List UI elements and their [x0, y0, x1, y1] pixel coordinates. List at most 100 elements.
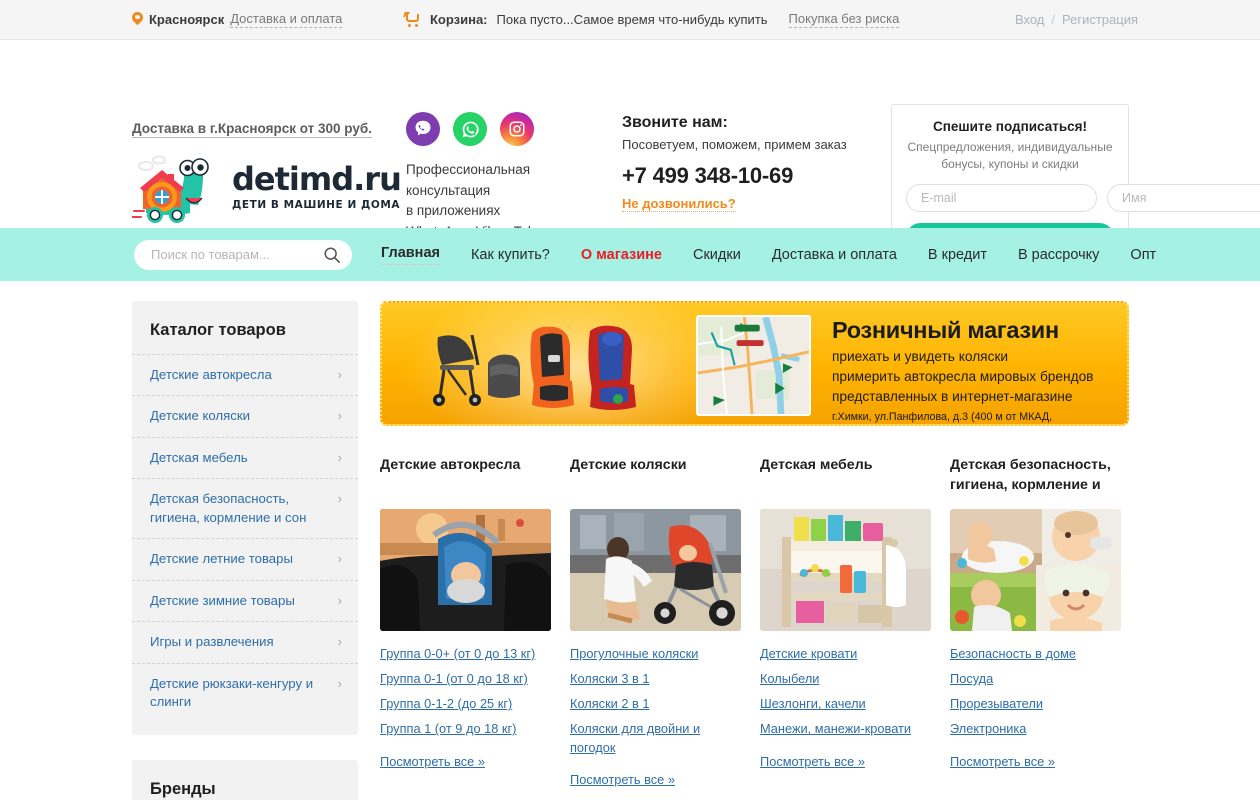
sublink[interactable]: Коляски 2 в 1 [570, 695, 742, 713]
catalog-panel: Каталог товаров Детские автокресла › Дет… [132, 301, 358, 735]
sidebar-item-label: Детская безопасность, гигиена, кормление… [150, 491, 307, 525]
delivery-payment-link[interactable]: Доставка и оплата [230, 11, 343, 29]
category-title[interactable]: Детские автокресла [380, 456, 552, 496]
sidebar-item-winter-goods[interactable]: Детские зимние товары › [132, 579, 358, 621]
category-column-furniture: Детская мебель Детские кровати Колыбели … [760, 456, 950, 789]
see-all-link[interactable]: Посмотреть все » [380, 754, 485, 769]
auth-separator: / [1051, 12, 1055, 27]
site-logo[interactable]: detimd.ru ДЕТИ В МАШИНЕ И ДОМА [132, 153, 402, 225]
catalog-title: Каталог товаров [150, 321, 286, 339]
banner-store-address: г.Химки, ул.Панфилова, д.3 (400 м от МКА… [832, 411, 1053, 424]
main-navigation-bar: Главная Как купить? О магазине Скидки До… [0, 228, 1260, 281]
category-title[interactable]: Детская мебель [760, 456, 932, 496]
sublink[interactable]: Шезлонги, качели [760, 695, 932, 713]
nav-item-about-store[interactable]: О магазине [581, 247, 662, 263]
delivery-price-note[interactable]: Доставка в г.Красноярск от 300 руб. [132, 121, 372, 138]
nav-item-discounts[interactable]: Скидки [693, 247, 741, 263]
instagram-icon[interactable] [500, 112, 534, 146]
risk-free-purchase-link[interactable]: Покупка без риска [788, 11, 900, 29]
category-column-safety-hygiene: Детская безопасность, гигиена, кормление… [950, 456, 1140, 789]
category-column-car-seats: Детские автокресла Группа 0-0+ (от 0 до … [380, 456, 570, 789]
site-header: Доставка в г.Красноярск от 300 руб. deti… [0, 40, 1260, 268]
chevron-right-icon: › [337, 367, 342, 382]
sublink[interactable]: Коляски 3 в 1 [570, 670, 742, 688]
nav-item-wholesale[interactable]: Опт [1130, 247, 1156, 263]
category-sublinks: Безопасность в доме Посуда Прорезыватели… [950, 645, 1122, 771]
sublink[interactable]: Прогулочные коляски [570, 645, 742, 663]
category-title[interactable]: Детские коляски [570, 456, 742, 496]
call-us-subtitle: Посоветуем, поможем, примем заказ [622, 137, 847, 152]
sublink[interactable]: Коляски для двойни и погодок [570, 720, 742, 756]
subscribe-heading: Спешите подписаться! [932, 119, 1088, 134]
search-box [134, 239, 352, 270]
banner-line-2: примерить автокресла мировых брендов [832, 369, 1094, 384]
login-link[interactable]: Вход [1015, 12, 1044, 27]
category-sublinks: Детские кровати Колыбели Шезлонги, качел… [760, 645, 932, 771]
logo-main-text: detimd.ru [232, 160, 402, 198]
sidebar-item-games[interactable]: Игры и развлечения › [132, 621, 358, 662]
logo-wordmark: detimd.ru ДЕТИ В МАШИНЕ И ДОМА [232, 160, 402, 211]
subscribe-panel: Спешите подписаться! Спецпредложения, ин… [891, 104, 1260, 253]
nav-item-home[interactable]: Главная [381, 245, 440, 265]
category-columns: Детские автокресла Группа 0-0+ (от 0 до … [380, 456, 1140, 789]
sublink[interactable]: Колыбели [760, 670, 932, 688]
chevron-right-icon: › [337, 491, 342, 507]
retail-store-banner[interactable]: Розничный магазин приехать и увидеть кол… [380, 301, 1129, 426]
sublink[interactable]: Прорезыватели [950, 695, 1122, 713]
sidebar-item-car-seats[interactable]: Детские автокресла › [132, 354, 358, 395]
banner-line-3: представленных в интернет-магазине [832, 389, 1073, 404]
nav-item-how-to-buy[interactable]: Как купить? [471, 247, 550, 263]
top-bar: Красноярск Доставка и оплата Корзина: По… [0, 0, 1260, 40]
nav-item-delivery-payment[interactable]: Доставка и оплата [772, 247, 897, 263]
sidebar-item-label: Детские автокресла [150, 367, 272, 382]
store-location-map-thumbnail [696, 315, 811, 416]
sublink[interactable]: Детские кровати [760, 645, 932, 663]
see-all-link[interactable]: Посмотреть все » [570, 772, 675, 787]
search-input[interactable] [134, 239, 352, 270]
register-link[interactable]: Регистрация [1062, 12, 1138, 27]
sidebar-item-carriers-slings[interactable]: Детские рюкзаки-кенгуру и слинги › [132, 662, 358, 723]
sidebar-item-label: Детская мебель [150, 449, 248, 465]
see-all-link[interactable]: Посмотреть все » [760, 754, 865, 769]
see-all-link[interactable]: Посмотреть все » [950, 754, 1055, 769]
city-name: Красноярск [149, 12, 225, 27]
sublink[interactable]: Электроника [950, 720, 1122, 738]
sublink[interactable]: Группа 0-1 (от 0 до 18 кг) [380, 670, 552, 688]
call-us-heading: Звоните нам: [622, 114, 728, 131]
sidebar-item-safety-hygiene[interactable]: Детская безопасность, гигиена, кормление… [132, 478, 358, 538]
sidebar: Каталог товаров Детские автокресла › Дет… [132, 301, 358, 800]
subscribe-name-input[interactable] [1107, 184, 1260, 213]
cart-summary[interactable]: Корзина: Пока пусто...Самое время что-ни… [403, 11, 900, 29]
sidebar-item-summer-goods[interactable]: Детские летние товары › [132, 538, 358, 579]
sidebar-item-furniture[interactable]: Детская мебель › [132, 436, 358, 478]
main-phone-number[interactable]: +7 499 348-10-69 [622, 163, 847, 189]
city-selector[interactable]: Красноярск Доставка и оплата [132, 11, 343, 29]
sublink[interactable]: Посуда [950, 670, 1122, 688]
snail-mascot-logo-icon [132, 155, 209, 223]
category-image-furniture[interactable] [760, 509, 931, 631]
sublink[interactable]: Группа 1 (от 9 до 18 кг) [380, 720, 552, 738]
category-title[interactable]: Детская безопасность, гигиена, кормление… [950, 456, 1122, 496]
whatsapp-icon[interactable] [453, 112, 487, 146]
banner-heading: Розничный магазин [832, 317, 1059, 343]
subscribe-email-input[interactable] [906, 184, 1097, 213]
callback-request-link[interactable]: Не дозвонились? [622, 196, 736, 212]
sidebar-item-strollers[interactable]: Детские коляски › [132, 395, 358, 436]
viber-icon[interactable] [406, 112, 440, 146]
chevron-right-icon: › [337, 592, 342, 608]
main-content: Каталог товаров Детские автокресла › Дет… [0, 281, 1260, 800]
sublink[interactable]: Манежи, манежи-кровати [760, 720, 932, 738]
nav-item-installment[interactable]: В рассрочку [1018, 247, 1099, 263]
page-root: Красноярск Доставка и оплата Корзина: По… [0, 0, 1260, 800]
search-icon[interactable] [323, 246, 341, 264]
sublink[interactable]: Группа 0-0+ (от 0 до 13 кг) [380, 645, 552, 663]
cart-empty-text: Пока пусто...Самое время что-нибудь купи… [496, 12, 768, 27]
category-image-stroller[interactable] [570, 509, 741, 631]
category-image-car-seat[interactable] [380, 509, 551, 631]
nav-item-credit[interactable]: В кредит [928, 247, 987, 263]
sublink[interactable]: Безопасность в доме [950, 645, 1122, 663]
category-image-babies-collage[interactable] [950, 509, 1121, 631]
sublink[interactable]: Группа 0-1-2 (до 25 кг) [380, 695, 552, 713]
chevron-right-icon: › [337, 675, 342, 691]
consult-line-3: в приложениях [406, 203, 501, 219]
